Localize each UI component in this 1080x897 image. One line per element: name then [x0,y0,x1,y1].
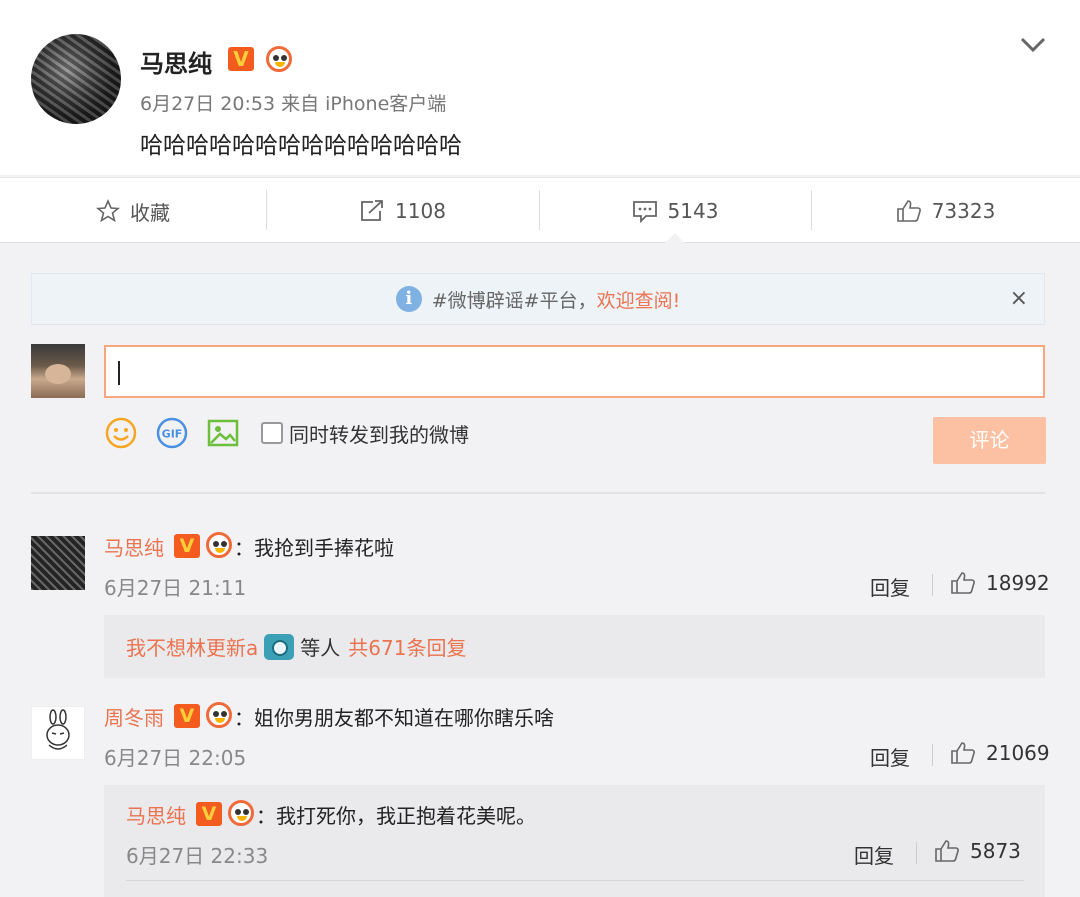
divider [932,744,933,766]
gif-icon[interactable]: GIF [156,417,188,449]
post-card: 马思纯 V 6月27日 20:53 来自 iPhone客户端 哈哈哈哈哈哈哈哈哈… [0,0,1080,175]
member-mascot-icon [228,800,254,826]
member-mascot-icon [266,46,292,72]
submit-comment-button[interactable]: 评论 [933,417,1046,464]
image-icon[interactable] [207,417,239,449]
comment-like-count: 18992 [986,571,1050,595]
comment-count: 5143 [667,199,719,223]
comment-like-button[interactable]: 18992 [950,571,1050,595]
reply-count-link[interactable]: 共671条回复 [348,632,466,661]
commenter-avatar[interactable] [31,706,85,760]
reply-text: ：我打死你，我正抱着花美呢。 [256,804,536,828]
verified-badge: V [174,704,200,728]
reply-user-link[interactable]: 我不想林更新a [126,632,258,661]
divider [126,880,1024,881]
post-text: 哈哈哈哈哈哈哈哈哈哈哈哈哈哈 [140,133,462,159]
close-icon[interactable]: × [1010,286,1028,311]
reply-author-name[interactable]: 马思纯 [126,800,186,829]
notice-text: #微博辟谣#平台， [431,289,597,312]
svg-text:GIF: GIF [162,428,183,441]
divider [932,574,933,596]
repost-button[interactable]: 1108 [266,178,539,244]
reply-button[interactable]: 回复 [870,742,910,771]
forward-label[interactable]: 同时转发到我的微博 [289,419,469,448]
comment-text: ：我抢到手捧花啦 [234,536,394,560]
comment-icon [632,201,657,223]
thumb-up-icon [896,200,921,222]
comment-date: 6月27日 22:05 [104,746,247,770]
action-bar: 收藏 1108 5143 73323 [0,177,1080,243]
author-name[interactable]: 马思纯 [140,44,212,79]
author-avatar[interactable] [31,34,121,124]
member-mascot-icon [206,532,232,558]
star-icon [96,199,120,223]
text-cursor [118,361,120,385]
reply-summary-text: 等人 [300,636,341,660]
reply-like-count: 5873 [970,839,1021,863]
verified-badge: V [174,534,200,558]
divider [916,842,917,864]
compose-divider [31,492,1045,494]
reply-button[interactable]: 回复 [854,840,894,869]
current-user-avatar [31,344,85,398]
comment-date: 6月27日 21:11 [104,576,247,600]
favorite-button[interactable]: 收藏 [0,178,266,244]
thumb-up-icon [951,572,975,594]
info-icon: i [395,286,422,312]
commenter-avatar[interactable] [31,536,85,590]
comment-input[interactable] [104,345,1045,398]
reply-date: 6月27日 22:33 [126,844,269,868]
reply-summary[interactable]: 我不想林更新a 等人 共671条回复 [104,615,1045,678]
reply-like-button[interactable]: 5873 [934,839,1021,863]
active-tab-indicator [664,233,686,244]
camera-icon [264,633,295,660]
comment-like-count: 21069 [986,741,1050,765]
forward-checkbox[interactable] [261,422,283,444]
repost-count: 1108 [395,199,446,223]
thumb-up-icon [935,840,959,862]
verified-badge: V [228,47,254,71]
like-count: 73323 [931,199,996,223]
chevron-down-icon[interactable] [1020,36,1046,54]
like-button[interactable]: 73323 [811,178,1080,244]
nested-reply: 马思纯 V ：我打死你，我正抱着花美呢。 6月27日 22:33 回复 5873 [104,785,1045,897]
rumor-notice-banner: i #微博辟谣#平台， 欢迎查阅! × [31,273,1045,325]
post-meta: 6月27日 20:53 来自 iPhone客户端 [140,93,447,115]
reply-button[interactable]: 回复 [870,572,910,601]
comment-like-button[interactable]: 21069 [950,741,1050,765]
commenter-name[interactable]: 周冬雨 [104,702,164,731]
member-mascot-icon [206,702,232,728]
share-icon [361,200,383,221]
favorite-label: 收藏 [130,200,170,225]
comment-text: ：姐你男朋友都不知道在哪你瞎乐啥 [234,706,554,730]
thumb-up-icon [951,742,975,764]
verified-badge: V [196,802,222,826]
emoji-icon[interactable] [105,417,137,449]
notice-link[interactable]: 欢迎查阅! [597,286,681,313]
commenter-name[interactable]: 马思纯 [104,532,164,561]
rabbit-avatar-icon [46,709,70,750]
